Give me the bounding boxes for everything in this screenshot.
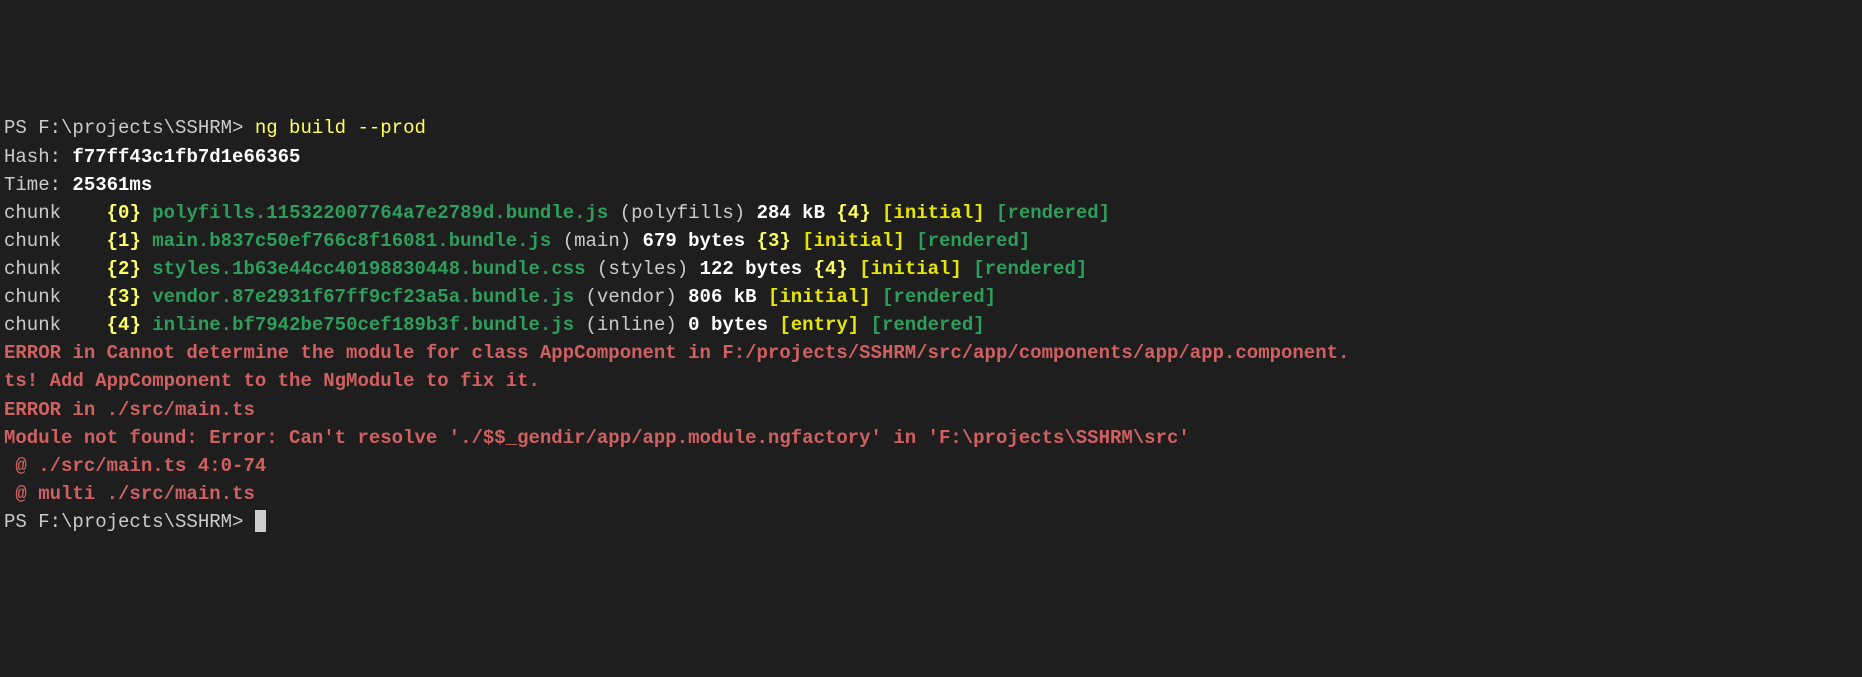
chunk-size: 679 bytes: [643, 230, 757, 252]
chunk-group: (inline): [574, 314, 688, 336]
time-label: Time:: [4, 174, 72, 196]
chunk-label: chunk: [4, 286, 107, 308]
error-line: ERROR in Cannot determine the module for…: [4, 339, 1858, 367]
space: [141, 230, 152, 252]
brace-close: }: [129, 202, 140, 224]
chunk-file: styles.1b63e44cc40198830448.bundle.css: [152, 258, 585, 280]
brace-close: }: [129, 258, 140, 280]
brace-open: {: [107, 202, 118, 224]
chunk-file: vendor.87e2931f67ff9cf23a5a.bundle.js: [152, 286, 574, 308]
flag-entry: [entry]: [779, 314, 859, 336]
parent-close: }: [779, 230, 790, 252]
chunk-label: chunk: [4, 230, 107, 252]
flag-rendered: [rendered]: [871, 286, 996, 308]
parent-open: {: [836, 202, 847, 224]
chunk-line: chunk {0} polyfills.115322007764a7e2789d…: [4, 199, 1858, 227]
chunk-group: (styles): [586, 258, 700, 280]
parent-open: {: [757, 230, 768, 252]
hash-value: f77ff43c1fb7d1e66365: [72, 146, 300, 168]
cursor-icon: [255, 510, 266, 532]
parent-close: }: [859, 202, 870, 224]
brace-close: }: [129, 314, 140, 336]
flag-rendered: [rendered]: [905, 230, 1030, 252]
parent-index: 4: [825, 258, 836, 280]
brace-close: }: [129, 230, 140, 252]
chunk-label: chunk: [4, 314, 107, 336]
brace-open: {: [107, 258, 118, 280]
chunk-file: main.b837c50ef766c8f16081.bundle.js: [152, 230, 551, 252]
prompt-line-1: PS F:\projects\SSHRM> ng build --prod: [4, 114, 1858, 142]
chunk-index: 3: [118, 286, 129, 308]
chunk-line: chunk {2} styles.1b63e44cc40198830448.bu…: [4, 255, 1858, 283]
prompt-line-2[interactable]: PS F:\projects\SSHRM>: [4, 508, 1858, 536]
command-text: ng build --prod: [255, 117, 426, 139]
chunk-index: 4: [118, 314, 129, 336]
parent-index: 3: [768, 230, 779, 252]
brace-close: }: [129, 286, 140, 308]
chunk-size: 806 kB: [688, 286, 768, 308]
prompt-prefix: PS F:\projects\SSHRM>: [4, 511, 255, 533]
chunk-group: (vendor): [574, 286, 688, 308]
chunk-index: 0: [118, 202, 129, 224]
brace-open: {: [107, 230, 118, 252]
chunk-label: chunk: [4, 258, 107, 280]
time-line: Time: 25361ms: [4, 171, 1858, 199]
flag-initial: [initial]: [768, 286, 871, 308]
error-line: ts! Add AppComponent to the NgModule to …: [4, 367, 1858, 395]
chunk-line: chunk {3} vendor.87e2931f67ff9cf23a5a.bu…: [4, 283, 1858, 311]
chunk-line: chunk {1} main.b837c50ef766c8f16081.bund…: [4, 227, 1858, 255]
parent-index: 4: [848, 202, 859, 224]
chunk-size: 284 kB: [757, 202, 837, 224]
chunk-group: (polyfills): [608, 202, 756, 224]
flag-initial: [initial]: [848, 258, 962, 280]
parent-close: }: [836, 258, 847, 280]
error-line: Module not found: Error: Can't resolve '…: [4, 424, 1858, 452]
space: [141, 286, 152, 308]
space: [141, 202, 152, 224]
chunk-index: 2: [118, 258, 129, 280]
error-line: @ ./src/main.ts 4:0-74: [4, 452, 1858, 480]
flag-rendered: [rendered]: [859, 314, 984, 336]
error-line: @ multi ./src/main.ts: [4, 480, 1858, 508]
chunk-label: chunk: [4, 202, 107, 224]
chunk-size: 0 bytes: [688, 314, 779, 336]
chunk-group: (main): [551, 230, 642, 252]
space: [141, 258, 152, 280]
hash-label: Hash:: [4, 146, 72, 168]
flag-initial: [initial]: [871, 202, 985, 224]
hash-line: Hash: f77ff43c1fb7d1e66365: [4, 143, 1858, 171]
chunk-file: polyfills.115322007764a7e2789d.bundle.js: [152, 202, 608, 224]
brace-open: {: [107, 286, 118, 308]
space: [141, 314, 152, 336]
chunk-index: 1: [118, 230, 129, 252]
flag-initial: [initial]: [791, 230, 905, 252]
brace-open: {: [107, 314, 118, 336]
flag-rendered: [rendered]: [985, 202, 1110, 224]
chunk-line: chunk {4} inline.bf7942be750cef189b3f.bu…: [4, 311, 1858, 339]
chunk-size: 122 bytes: [700, 258, 814, 280]
error-line: ERROR in ./src/main.ts: [4, 396, 1858, 424]
parent-open: {: [814, 258, 825, 280]
time-value: 25361ms: [72, 174, 152, 196]
prompt-prefix: PS F:\projects\SSHRM>: [4, 117, 255, 139]
chunk-file: inline.bf7942be750cef189b3f.bundle.js: [152, 314, 574, 336]
flag-rendered: [rendered]: [962, 258, 1087, 280]
